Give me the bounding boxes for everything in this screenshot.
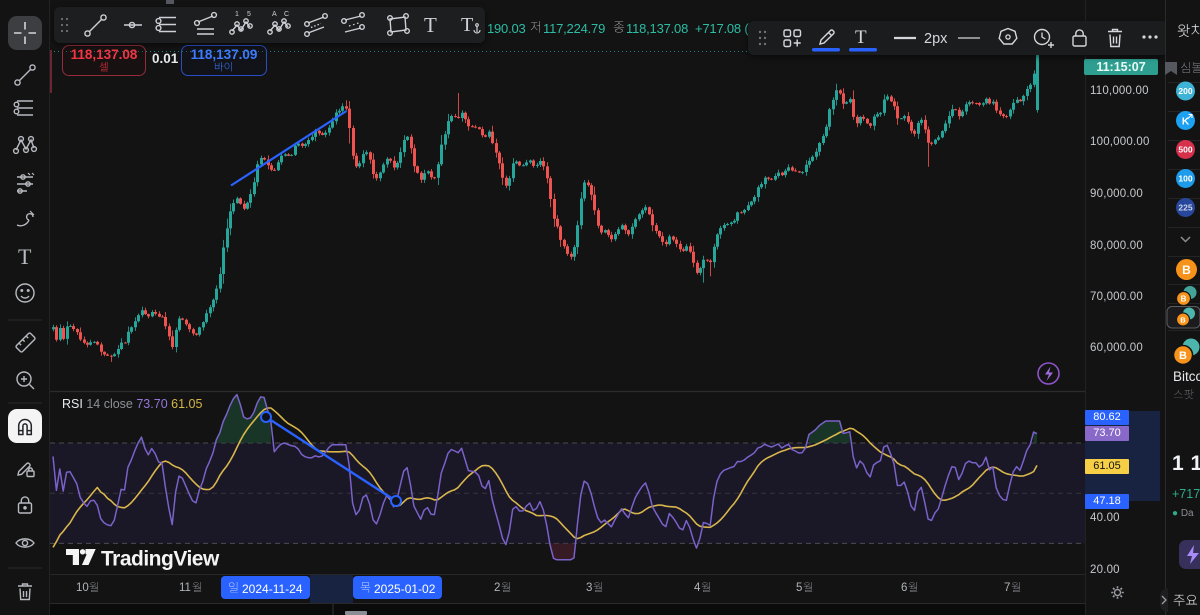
svg-text:2px: 2px bbox=[924, 31, 948, 47]
svg-text:T: T bbox=[424, 13, 437, 37]
svg-text:1: 1 bbox=[235, 11, 239, 18]
svg-text:T: T bbox=[855, 27, 867, 48]
svg-text:B: B bbox=[1179, 350, 1187, 362]
svg-text:T: T bbox=[461, 14, 473, 36]
svg-text:A: A bbox=[272, 11, 277, 18]
svg-text:100: 100 bbox=[1178, 174, 1192, 184]
svg-text:TradingView: TradingView bbox=[101, 548, 220, 571]
svg-text:T: T bbox=[18, 244, 32, 269]
svg-text:200: 200 bbox=[1178, 86, 1192, 96]
svg-text:5: 5 bbox=[247, 11, 251, 18]
svg-text:500: 500 bbox=[1178, 145, 1192, 155]
svg-text:225: 225 bbox=[1178, 203, 1192, 213]
svg-text:C: C bbox=[284, 11, 289, 18]
svg-text:B: B bbox=[1182, 263, 1191, 277]
svg-text:B: B bbox=[1180, 316, 1186, 325]
svg-text:B: B bbox=[1181, 295, 1187, 304]
